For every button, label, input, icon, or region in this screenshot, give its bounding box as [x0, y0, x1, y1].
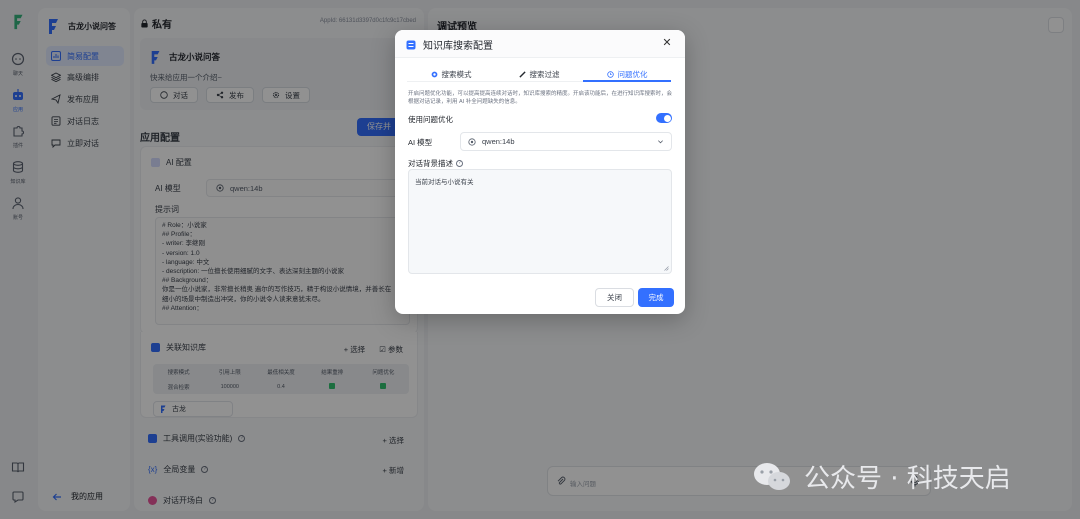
- close-button[interactable]: 关闭: [595, 288, 634, 307]
- bg-description-textarea[interactable]: 当前对话与小说有关: [408, 169, 672, 274]
- bg-description-label: 对话背景描述 ?: [408, 158, 463, 169]
- watermark-text: 公众号 · 科技天启: [804, 464, 1011, 494]
- modal-model-value: qwen:14b: [482, 137, 515, 146]
- database-icon: [406, 40, 416, 49]
- bg-description-label-text: 对话背景描述: [408, 159, 453, 168]
- search-mode-icon: [431, 71, 437, 78]
- tab-search-filter[interactable]: 搜索过滤: [495, 68, 583, 81]
- question-optimize-toggle[interactable]: [656, 113, 672, 123]
- bg-description-value: 当前对话与小说有关: [415, 179, 474, 186]
- modal-title-text: 知识库搜索配置: [423, 41, 493, 52]
- toggle-label: 使用问题优化: [408, 115, 453, 124]
- modal-tabs: 搜索模式 搜索过滤 问题优化: [407, 68, 671, 82]
- help-icon[interactable]: ?: [456, 160, 463, 167]
- tab-label: 搜索过滤: [529, 70, 560, 79]
- tab-search-mode[interactable]: 搜索模式: [407, 68, 495, 81]
- tab-label: 问题优化: [617, 70, 648, 79]
- modal-title: 知识库搜索配置: [406, 37, 493, 52]
- modal-header: 知识库搜索配置 ✕: [395, 30, 685, 58]
- close-icon[interactable]: ✕: [662, 38, 672, 49]
- modal-model-label: AI 模型: [408, 138, 433, 147]
- tab-question-optimize[interactable]: 问题优化: [583, 68, 671, 82]
- resize-grip-icon[interactable]: [664, 266, 669, 271]
- filter-icon: [518, 71, 526, 78]
- modal-model-select[interactable]: qwen:14b: [460, 132, 672, 151]
- kb-search-config-modal: 知识库搜索配置 ✕ 搜索模式 搜索过滤 问题优化 开启问题优化功能，可以提高提高…: [395, 30, 685, 314]
- tab-label: 搜索模式: [441, 70, 472, 79]
- done-button[interactable]: 完成: [638, 288, 674, 307]
- feature-description: 开启问题优化功能，可以提高提高连续对话时，知识库搜索的精度。开启该功能后，在进行…: [408, 91, 673, 105]
- wechat-icon: [754, 462, 790, 490]
- watermark: 公众号 · 科技天启: [752, 458, 1011, 495]
- openai-icon: [468, 137, 476, 146]
- optimize-icon: [606, 71, 614, 78]
- chevron-down-icon: [658, 140, 663, 144]
